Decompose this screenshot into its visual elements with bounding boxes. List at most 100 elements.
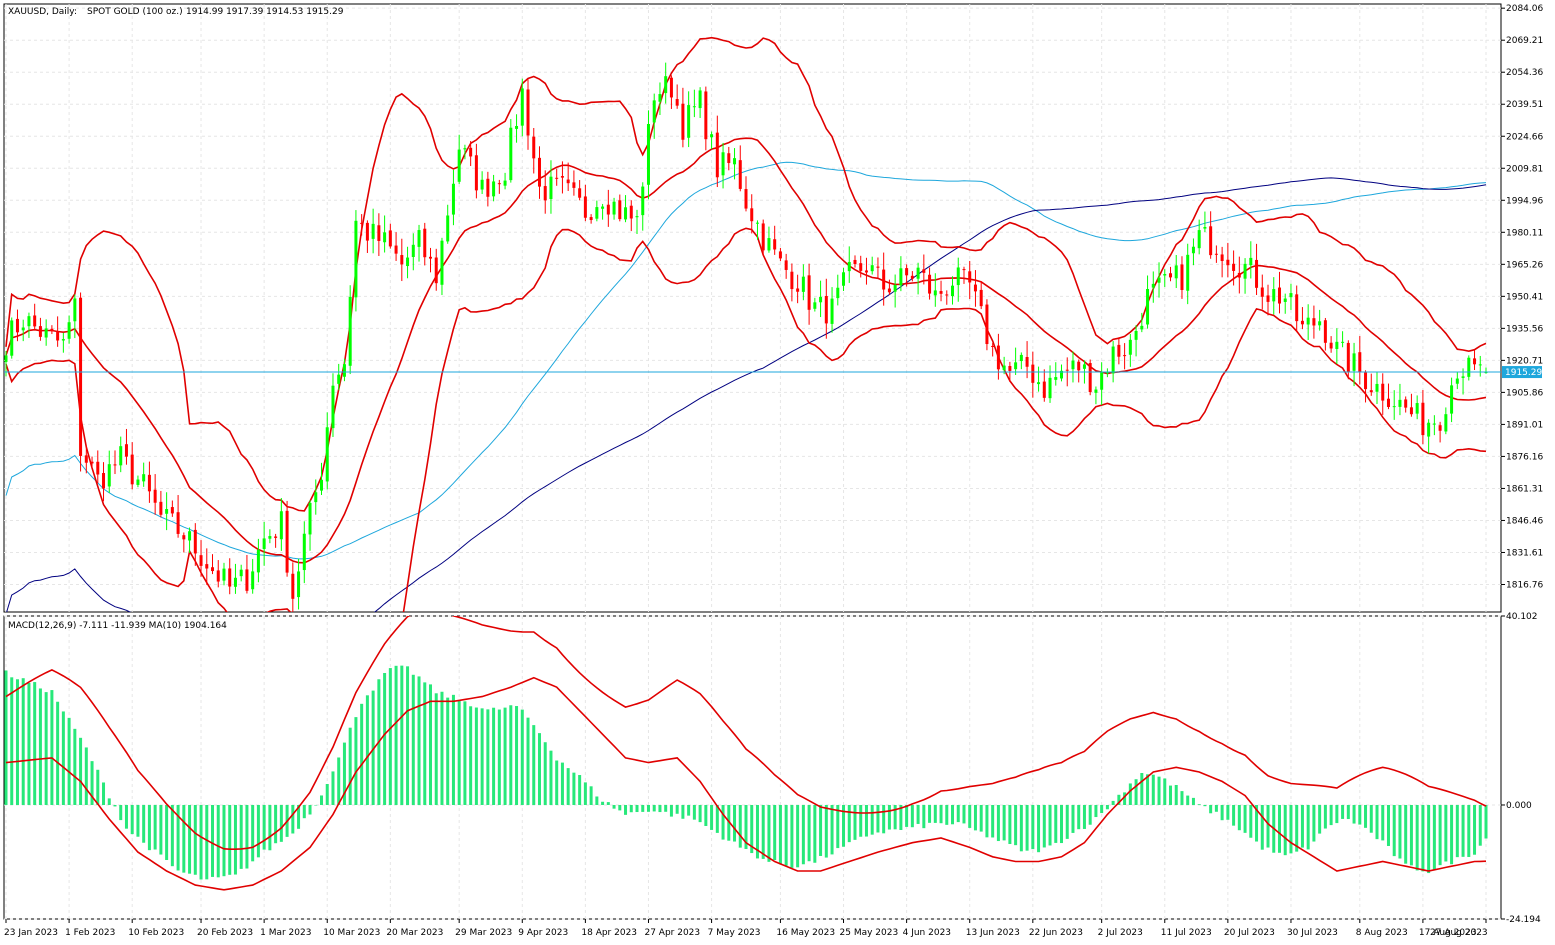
macd-histogram-bar — [113, 804, 117, 807]
macd-histogram-bar — [870, 804, 874, 835]
candle-up — [10, 320, 14, 356]
candle-up — [646, 123, 650, 185]
candle-down — [985, 304, 989, 345]
candle-down — [560, 176, 564, 178]
candle-up — [601, 206, 605, 209]
macd-histogram-bar — [1455, 804, 1459, 858]
macd-histogram-bar — [801, 804, 805, 865]
ohlc-label: 1914.99 1917.39 1914.53 1915.29 — [186, 7, 344, 17]
macd-histogram-bar — [1203, 804, 1207, 807]
candle-down — [859, 263, 863, 271]
candle-down — [750, 208, 754, 222]
candle-down — [996, 345, 1000, 370]
candle-up — [641, 186, 645, 216]
macd-histogram-bar — [222, 804, 226, 877]
macd-histogram-bar — [320, 795, 324, 805]
macd-histogram-bar — [692, 804, 696, 820]
candle-up — [61, 339, 65, 341]
macd-histogram-bar — [664, 804, 668, 812]
macd-histogram-bar — [606, 802, 610, 805]
candle-up — [256, 549, 260, 573]
macd-histogram-bar — [1432, 804, 1436, 870]
time-tick-label: 29 Mar 2023 — [455, 928, 512, 938]
candle-up — [239, 569, 243, 577]
price-tick-label: 2069.21 — [1506, 36, 1543, 46]
candle-up — [417, 230, 421, 247]
macd-histogram-bar — [1329, 804, 1333, 826]
macd-histogram-bar — [933, 804, 937, 823]
candle-up — [1163, 274, 1167, 276]
macd-histogram-bar — [1473, 804, 1477, 855]
candle-down — [388, 230, 392, 247]
macd-histogram-bar — [1300, 804, 1304, 848]
macd-histogram-bar — [423, 682, 427, 805]
candle-down — [1220, 254, 1224, 262]
candle-up — [279, 511, 283, 540]
price-tick-label: 1816.76 — [1506, 580, 1543, 590]
candle-up — [1140, 325, 1144, 330]
candle-up — [1111, 346, 1115, 374]
candle-down — [102, 473, 106, 489]
price-tick-label: 2009.81 — [1506, 164, 1543, 174]
candle-down — [876, 266, 880, 268]
candle-down — [882, 269, 886, 290]
macd-histogram-bar — [1065, 804, 1069, 839]
candle-down — [84, 455, 88, 463]
macd-histogram-bar — [1100, 804, 1104, 814]
chart-canvas[interactable]: 2084.06 2069.21 2054.36 2039.51 2024.66 2009.… — [0, 0, 1555, 945]
macd-histogram-bar — [216, 804, 220, 878]
candle-down — [1329, 342, 1333, 349]
macd-histogram-bar — [446, 697, 450, 805]
macd-histogram-bar — [612, 804, 616, 809]
candle-down — [790, 271, 794, 290]
macd-histogram-bar — [1197, 804, 1201, 805]
macd-histogram-bar — [1358, 804, 1362, 825]
macd-histogram-bar — [1031, 804, 1035, 850]
macd-histogram-bar — [503, 707, 507, 805]
macd-histogram-bar — [1289, 804, 1293, 854]
candle-down — [96, 461, 100, 475]
macd-histogram-bar — [876, 804, 880, 833]
macd-histogram-bar — [675, 804, 679, 814]
candle-up — [1243, 263, 1247, 279]
candle-up — [652, 100, 656, 123]
macd-histogram-bar — [1134, 779, 1138, 805]
candle-up — [899, 268, 903, 286]
candle-down — [566, 179, 570, 184]
macd-histogram-bar — [1335, 804, 1339, 824]
candle-up — [1306, 317, 1310, 325]
macd-histogram-bar — [147, 804, 151, 851]
candle-down — [887, 288, 891, 293]
macd-histogram-bar — [279, 804, 283, 842]
candle-up — [1203, 226, 1207, 229]
candle-down — [681, 103, 685, 140]
macd-histogram-bar — [79, 737, 83, 805]
macd-histogram-bar — [262, 804, 266, 850]
candle-up — [549, 176, 553, 200]
candle-down — [543, 186, 547, 201]
macd-histogram-bar — [383, 672, 387, 805]
candle-down — [1232, 263, 1236, 271]
candle-up — [624, 207, 628, 220]
candle-down — [1358, 352, 1362, 372]
candle-down — [469, 147, 473, 157]
time-tick-label: 4 Jun 2023 — [903, 928, 951, 938]
candle-down — [176, 512, 180, 534]
macd-histogram-bar — [337, 757, 341, 805]
macd-histogram-bar — [1421, 804, 1425, 872]
macd-histogram-bar — [629, 804, 633, 813]
candle-down — [474, 155, 478, 191]
macd-histogram-bar — [796, 804, 800, 868]
macd-histogram-bar — [10, 677, 14, 805]
macd-histogram-bar — [274, 804, 278, 844]
macd-histogram-bar — [928, 804, 932, 823]
price-tick-label: 1965.26 — [1506, 260, 1543, 270]
candle-up — [956, 267, 960, 286]
candle-down — [124, 444, 128, 457]
macd-histogram-bar — [486, 709, 490, 805]
price-tick-label: 1980.11 — [1506, 228, 1543, 238]
macd-histogram-bar — [394, 665, 398, 805]
candle-down — [905, 268, 909, 276]
macd-histogram-bar — [434, 693, 438, 805]
macd-histogram-bar — [1266, 804, 1270, 848]
